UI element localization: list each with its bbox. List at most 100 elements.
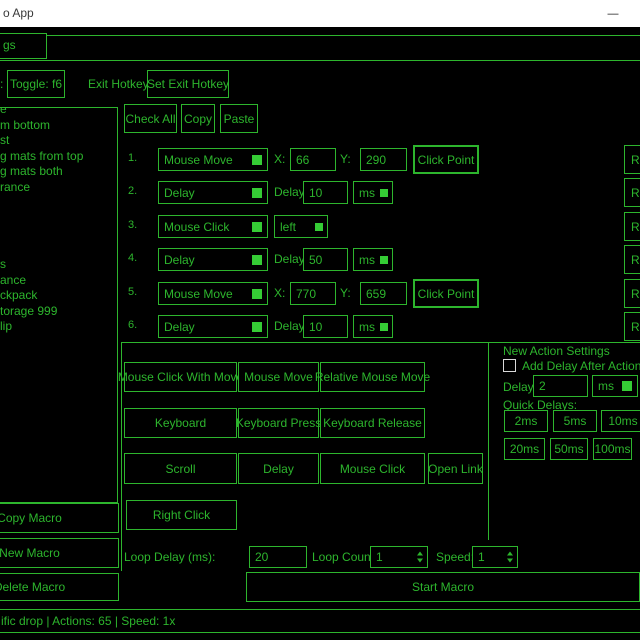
add-delay-button[interactable]: Delay bbox=[238, 453, 319, 484]
delay-unit-select[interactable]: ms bbox=[353, 248, 393, 271]
macro-list-item[interactable]: s bbox=[0, 257, 117, 273]
action-type-select[interactable]: Mouse Move bbox=[158, 282, 268, 305]
loop-delay-label: Loop Delay (ms): bbox=[124, 550, 215, 564]
spinner-up-icon[interactable] bbox=[507, 552, 513, 556]
action-type-select[interactable]: Mouse Click bbox=[158, 215, 268, 238]
delay-input[interactable]: 10 bbox=[303, 181, 348, 204]
add-relative-mouse-move-button[interactable]: Relative Mouse Move bbox=[320, 362, 425, 392]
quick-delay-50ms-button[interactable]: 50ms bbox=[550, 438, 588, 460]
macro-list-item[interactable]: g mats from top bbox=[0, 149, 117, 165]
quick-delay-2ms-button[interactable]: 2ms bbox=[504, 410, 548, 432]
macro-list-item[interactable]: st bbox=[0, 133, 117, 149]
macro-list-item bbox=[0, 211, 117, 227]
macro-list-item[interactable]: m bottom bbox=[0, 118, 117, 134]
spinner-arrows[interactable] bbox=[417, 552, 423, 563]
title-bar: o App — bbox=[0, 0, 640, 27]
remove-action-button[interactable]: R bbox=[624, 212, 640, 241]
remove-action-button[interactable]: R bbox=[624, 279, 640, 308]
nas-delay-input[interactable]: 2 bbox=[533, 375, 588, 397]
paste-actions-button[interactable]: Paste bbox=[220, 104, 258, 133]
copy-actions-button[interactable]: Copy bbox=[181, 104, 215, 133]
status-text: ific drop | Actions: 65 | Speed: 1x bbox=[1, 614, 175, 628]
macro-list-item[interactable]: ckpack bbox=[0, 288, 117, 304]
mouse-button-select[interactable]: left bbox=[274, 215, 328, 238]
add-mouse-click-with-move-button[interactable]: Mouse Click With Move bbox=[124, 362, 237, 392]
speed-spinner[interactable]: 1 bbox=[472, 546, 518, 568]
macro-list-item[interactable]: rance bbox=[0, 180, 117, 196]
delay-input[interactable]: 50 bbox=[303, 248, 348, 271]
delay-unit-value: ms bbox=[359, 253, 375, 267]
add-mouse-move-button[interactable]: Mouse Move bbox=[238, 362, 319, 392]
add-delay-after-action-checkbox[interactable] bbox=[503, 359, 516, 372]
settings-panel-separator bbox=[488, 342, 489, 540]
macro-list-item[interactable]: ance bbox=[0, 273, 117, 289]
minimize-icon[interactable]: — bbox=[598, 0, 628, 27]
spinner-arrows[interactable] bbox=[507, 552, 513, 563]
spinner-down-icon[interactable] bbox=[507, 559, 513, 563]
delay-unit-select[interactable]: ms bbox=[353, 181, 393, 204]
delete-macro-button[interactable]: Delete Macro bbox=[0, 573, 119, 601]
add-keyboard-release-button[interactable]: Keyboard Release bbox=[320, 408, 425, 438]
start-macro-button[interactable]: Start Macro bbox=[246, 572, 640, 602]
delay-input[interactable]: 10 bbox=[303, 315, 348, 338]
toggle-hotkey-button[interactable]: Toggle: f6 bbox=[7, 70, 65, 98]
add-mouse-click-button[interactable]: Mouse Click bbox=[320, 453, 425, 484]
app-window: o App — gs : Toggle: f6 Exit Hotkey: Set… bbox=[0, 0, 640, 640]
action-type-select[interactable]: Delay bbox=[158, 248, 268, 271]
loop-delay-input[interactable]: 20 bbox=[249, 546, 307, 568]
delay-unit-select[interactable]: ms bbox=[353, 315, 393, 338]
macro-list-item[interactable]: e bbox=[0, 107, 117, 118]
macro-list-item[interactable]: torage 999 bbox=[0, 304, 117, 320]
loop-count-spinner[interactable]: 1 bbox=[370, 546, 428, 568]
nas-unit-select[interactable]: ms bbox=[592, 375, 638, 397]
x-input[interactable]: 66 bbox=[290, 148, 336, 171]
check-all-button[interactable]: Check All bbox=[124, 104, 177, 133]
dropdown-square-icon bbox=[252, 188, 262, 198]
add-keyboard-press-button[interactable]: Keyboard Press bbox=[238, 408, 319, 438]
window-title: o App bbox=[3, 6, 34, 20]
dropdown-square-icon bbox=[315, 223, 323, 231]
add-right-click-button[interactable]: Right Click bbox=[126, 500, 237, 530]
y-input[interactable]: 659 bbox=[360, 282, 407, 305]
status-bar: ific drop | Actions: 65 | Speed: 1x bbox=[0, 609, 640, 633]
click-point-button[interactable]: Click Point bbox=[413, 145, 479, 174]
action-number: 4. bbox=[128, 252, 137, 264]
y-label: Y: bbox=[340, 152, 351, 166]
spinner-down-icon[interactable] bbox=[417, 559, 423, 563]
action-type-select[interactable]: Delay bbox=[158, 181, 268, 204]
action-number: 3. bbox=[128, 219, 137, 231]
action-type-select[interactable]: Delay bbox=[158, 315, 268, 338]
set-exit-hotkey-button[interactable]: Set Exit Hotkey bbox=[147, 70, 229, 98]
dropdown-square-icon bbox=[380, 323, 388, 331]
add-scroll-button[interactable]: Scroll bbox=[124, 453, 237, 484]
x-input[interactable]: 770 bbox=[290, 282, 336, 305]
y-input[interactable]: 290 bbox=[360, 148, 407, 171]
remove-action-button[interactable]: R bbox=[624, 145, 640, 174]
quick-delay-10ms-button[interactable]: 10ms bbox=[601, 410, 640, 432]
remove-action-button[interactable]: R bbox=[624, 245, 640, 274]
x-label: X: bbox=[274, 286, 285, 300]
macro-list-item[interactable]: g mats both bbox=[0, 164, 117, 180]
spinner-up-icon[interactable] bbox=[417, 552, 423, 556]
actions-panel-bottom-border bbox=[121, 342, 640, 343]
delay-label: Delay bbox=[274, 185, 305, 199]
add-open-link-button[interactable]: Open Link bbox=[428, 453, 483, 484]
add-keyboard-button[interactable]: Keyboard bbox=[124, 408, 237, 438]
delay-unit-value: ms bbox=[359, 186, 375, 200]
speed-label: Speed: bbox=[436, 550, 474, 564]
quick-delay-20ms-button[interactable]: 20ms bbox=[504, 438, 545, 460]
copy-macro-button[interactable]: Copy Macro bbox=[0, 503, 119, 533]
click-point-button[interactable]: Click Point bbox=[413, 279, 479, 308]
quick-delay-5ms-button[interactable]: 5ms bbox=[553, 410, 597, 432]
dropdown-square-icon bbox=[252, 255, 262, 265]
remove-action-button[interactable]: R bbox=[624, 312, 640, 341]
action-type-select[interactable]: Mouse Move bbox=[158, 148, 268, 171]
remove-action-button[interactable]: R bbox=[624, 178, 640, 207]
speed-value: 1 bbox=[478, 550, 485, 564]
new-macro-button[interactable]: New Macro bbox=[0, 538, 119, 568]
tab-settings[interactable]: gs bbox=[0, 33, 47, 59]
dropdown-square-icon bbox=[380, 189, 388, 197]
quick-delay-100ms-button[interactable]: 100ms bbox=[593, 438, 632, 460]
macro-list-item[interactable]: lip bbox=[0, 319, 117, 335]
macro-list: e m bottom st g mats from top g mats bot… bbox=[0, 107, 118, 503]
